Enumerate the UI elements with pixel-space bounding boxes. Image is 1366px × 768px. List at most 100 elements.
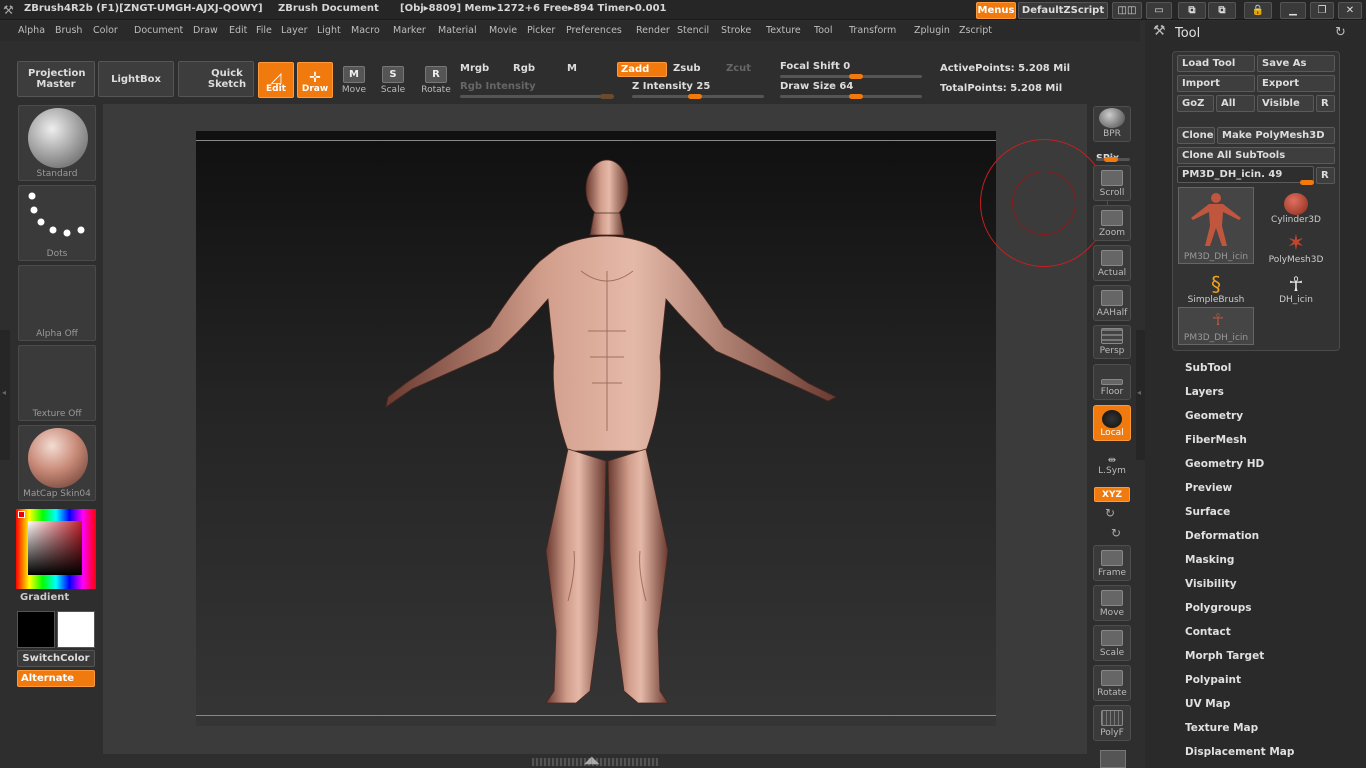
brush-selector[interactable]: Standard — [18, 105, 96, 181]
scale-view-button[interactable]: Scale — [1093, 625, 1131, 661]
save-as-button[interactable]: Save As — [1257, 55, 1335, 72]
goz-visible-button[interactable]: Visible — [1257, 95, 1314, 112]
menu-layer[interactable]: Layer — [281, 25, 308, 36]
menu-stroke[interactable]: Stroke — [721, 25, 751, 36]
aahalf-button[interactable]: AAHalf — [1093, 285, 1131, 321]
scroll-button[interactable]: Scroll — [1093, 165, 1131, 201]
tool-thumb-simplebrush[interactable]: § SimpleBrush — [1178, 267, 1254, 305]
section-displacement-map[interactable]: Displacement Map — [1185, 746, 1294, 758]
lock-icon[interactable]: 🔒 — [1244, 2, 1272, 19]
zsub-toggle[interactable]: Zsub — [673, 63, 700, 74]
tutorial-icon[interactable]: ◫◫ — [1112, 2, 1142, 19]
section-preview[interactable]: Preview — [1185, 482, 1232, 494]
rotate-view-button[interactable]: Rotate — [1093, 665, 1131, 701]
zadd-toggle[interactable]: Zadd — [617, 62, 667, 77]
move-button[interactable]: M Move — [340, 66, 368, 95]
material-selector[interactable]: MatCap Skin04 — [18, 425, 96, 501]
alternate-button[interactable]: Alternate — [17, 670, 95, 687]
rgb-intensity-track[interactable] — [460, 94, 614, 99]
document-canvas[interactable] — [196, 131, 996, 726]
section-polygroups[interactable]: Polygroups — [1185, 602, 1252, 614]
section-surface[interactable]: Surface — [1185, 506, 1230, 518]
section-fibermesh[interactable]: FiberMesh — [1185, 434, 1247, 446]
rgb-intensity-slider[interactable]: Rgb Intensity — [460, 81, 536, 92]
spix-track[interactable] — [1096, 157, 1130, 162]
current-tool-slider[interactable]: PM3D_DH_icin. 49 — [1177, 166, 1314, 185]
section-visibility[interactable]: Visibility — [1185, 578, 1237, 590]
texture-selector[interactable]: Texture Off — [18, 345, 96, 421]
rotate-button[interactable]: R Rotate — [420, 66, 452, 95]
draw-button[interactable]: ✛ Draw — [297, 62, 333, 98]
focal-shift-slider[interactable]: Focal Shift 0 — [780, 61, 850, 72]
menu-zscript[interactable]: Zscript — [959, 25, 992, 36]
section-geometry[interactable]: Geometry — [1185, 410, 1243, 422]
menu-stencil[interactable]: Stencil — [677, 25, 709, 36]
xyz-button[interactable]: XYZ — [1094, 487, 1130, 502]
menu-document[interactable]: Document — [134, 25, 183, 36]
section-layers[interactable]: Layers — [1185, 386, 1224, 398]
make-polymesh-button[interactable]: Make PolyMesh3D — [1217, 127, 1335, 144]
tool-palette-title[interactable]: Tool — [1175, 26, 1200, 41]
z-intensity-knob[interactable] — [688, 94, 702, 99]
menu-draw[interactable]: Draw — [193, 25, 218, 36]
ui-layout-2-icon[interactable]: ⧉ — [1208, 2, 1236, 19]
edit-button[interactable]: ◿ Edit — [258, 62, 294, 98]
projection-master-button[interactable]: Projection Master — [17, 61, 95, 97]
polyf-button[interactable]: PolyF — [1093, 705, 1131, 741]
import-button[interactable]: Import — [1177, 75, 1255, 92]
persp-button[interactable]: Persp — [1093, 325, 1131, 359]
clone-all-subtools-button[interactable]: Clone All SubTools — [1177, 147, 1335, 164]
default-zscript-button[interactable]: DefaultZScript — [1018, 2, 1108, 19]
draw-size-track[interactable] — [780, 94, 922, 99]
menu-marker[interactable]: Marker — [393, 25, 426, 36]
tool-thumb-polymesh[interactable]: ✶ PolyMesh3D — [1258, 227, 1334, 266]
minimize-icon[interactable]: ▁ — [1280, 2, 1306, 19]
menu-edit[interactable]: Edit — [229, 25, 247, 36]
scale-button[interactable]: S Scale — [379, 66, 407, 95]
menu-zplugin[interactable]: Zplugin — [914, 25, 950, 36]
m-toggle[interactable]: M — [567, 63, 577, 74]
menu-transform[interactable]: Transform — [849, 25, 896, 36]
menu-light[interactable]: Light — [317, 25, 341, 36]
actual-button[interactable]: Actual — [1093, 245, 1131, 281]
color-picker-square[interactable] — [28, 521, 82, 575]
rgb-toggle[interactable]: Rgb — [513, 63, 535, 74]
mrgb-toggle[interactable]: Mrgb — [460, 63, 489, 74]
spix-knob[interactable] — [1104, 157, 1118, 162]
lightbox-button[interactable]: LightBox — [98, 61, 174, 97]
gradient-label[interactable]: Gradient — [20, 592, 69, 603]
menu-color[interactable]: Color — [93, 25, 118, 36]
right-splitter[interactable]: ◂ — [1136, 330, 1145, 460]
rotate-z-icon[interactable]: ↻ — [1111, 526, 1121, 540]
color-picker[interactable] — [16, 509, 96, 589]
stroke-selector[interactable]: Dots — [18, 185, 96, 261]
hide-icon[interactable]: ▭ — [1146, 2, 1172, 19]
focal-shift-track[interactable] — [780, 74, 922, 79]
rotate-y-icon[interactable]: ↻ — [1105, 506, 1115, 520]
goz-r-button[interactable]: R — [1316, 95, 1335, 112]
lsym-button[interactable]: ⇹ L.Sym — [1094, 455, 1130, 476]
rgb-intensity-knob[interactable] — [600, 94, 614, 99]
bpr-button[interactable]: BPR — [1093, 106, 1131, 142]
draw-size-knob[interactable] — [849, 94, 863, 99]
left-splitter[interactable]: ◂ — [0, 330, 10, 460]
clone-button[interactable]: Clone — [1177, 127, 1215, 144]
menu-material[interactable]: Material — [438, 25, 477, 36]
zbrush-logo-icon[interactable]: ⚒ — [3, 3, 19, 17]
menus-button[interactable]: Menus — [976, 2, 1016, 19]
menu-macro[interactable]: Macro — [351, 25, 380, 36]
menu-movie[interactable]: Movie — [489, 25, 517, 36]
menu-preferences[interactable]: Preferences — [566, 25, 622, 36]
tool-thumb-dhicin[interactable]: ☥ DH_icin — [1258, 267, 1334, 305]
section-texture-map[interactable]: Texture Map — [1185, 722, 1258, 734]
z-intensity-track[interactable] — [632, 94, 764, 99]
menu-render[interactable]: Render — [636, 25, 670, 36]
focal-shift-knob[interactable] — [849, 74, 863, 79]
zcut-toggle[interactable]: Zcut — [726, 63, 751, 74]
menu-tool[interactable]: Tool — [814, 25, 832, 36]
section-geometry-hd[interactable]: Geometry HD — [1185, 458, 1264, 470]
tool-thumb-pm3d[interactable]: PM3D_DH_icin — [1178, 187, 1254, 264]
section-uv-map[interactable]: UV Map — [1185, 698, 1230, 710]
goz-all-button[interactable]: All — [1216, 95, 1255, 112]
draw-size-slider[interactable]: Draw Size 64 — [780, 81, 853, 92]
